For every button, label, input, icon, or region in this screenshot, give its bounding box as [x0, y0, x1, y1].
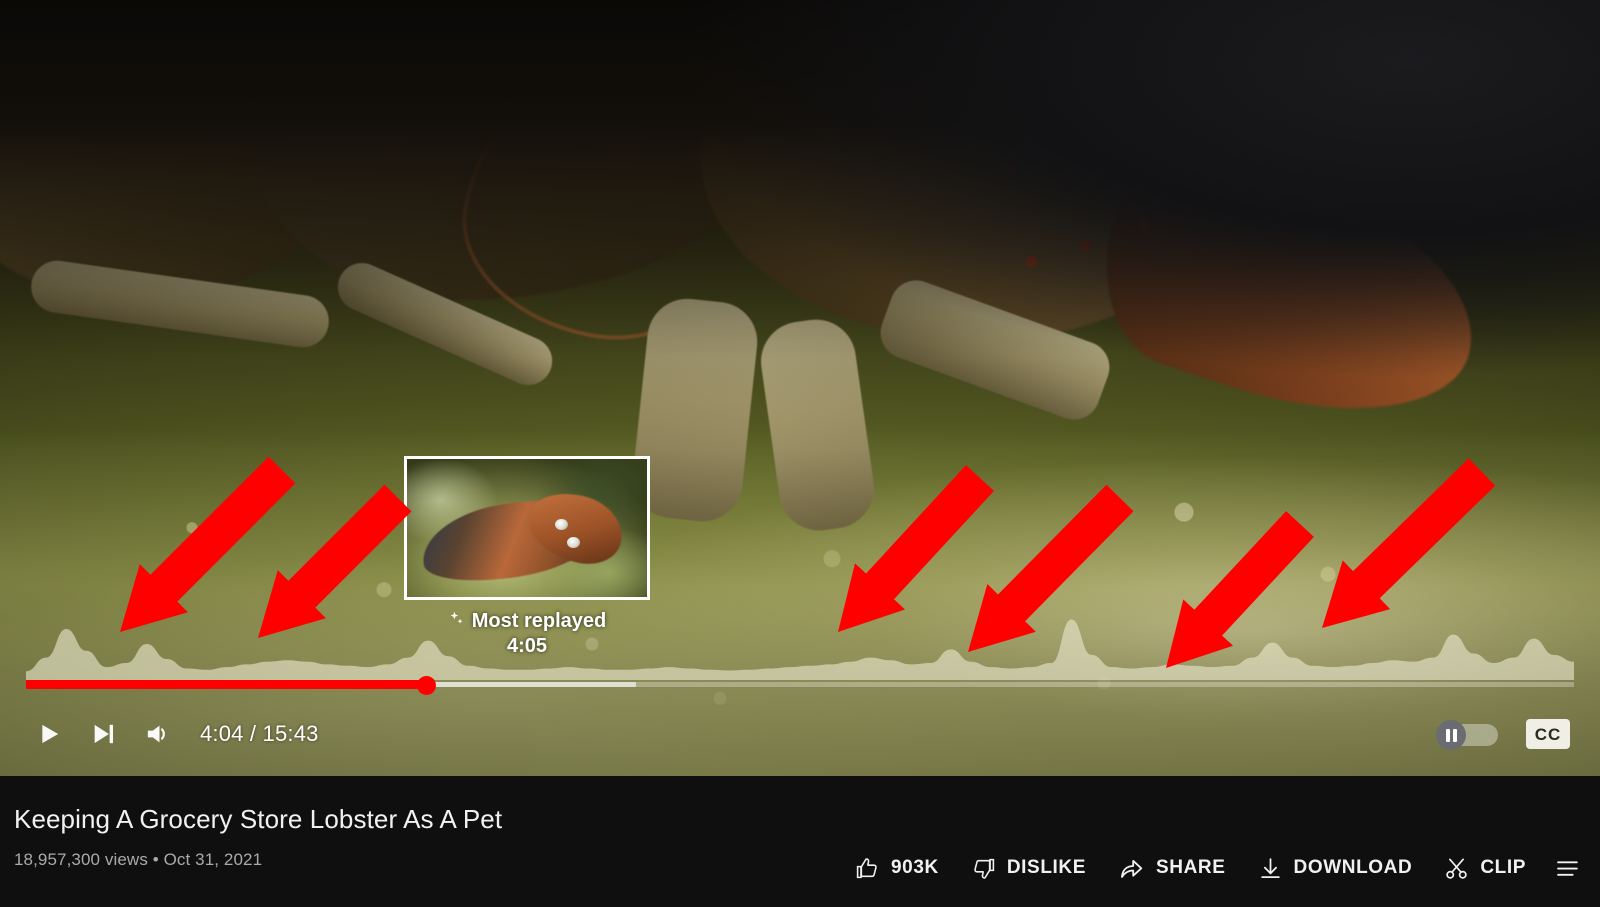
video-meta-section: Keeping A Grocery Store Lobster As A Pet… — [0, 776, 1600, 907]
video-vignette-right — [0, 0, 1600, 776]
video-action-row[interactable]: 903K DISLIKE SHARE DOWNLOAD CLIP — [839, 842, 1594, 894]
dislike-button[interactable]: DISLIKE — [955, 842, 1102, 894]
scissors-icon — [1444, 856, 1469, 881]
progress-bar[interactable] — [26, 676, 1574, 695]
youtube-watch-page: Most replayed 4:05 4:04 / 15:43 CC Keepi… — [0, 0, 1600, 907]
download-button[interactable]: DOWNLOAD — [1242, 842, 1429, 894]
volume-button[interactable] — [130, 707, 184, 761]
download-label: DOWNLOAD — [1293, 857, 1413, 878]
page-title: Keeping A Grocery Store Lobster As A Pet — [14, 804, 503, 834]
player-control-bar[interactable]: 4:04 / 15:43 CC — [0, 704, 1600, 764]
share-label: SHARE — [1156, 857, 1226, 878]
time-display: 4:04 / 15:43 — [200, 721, 319, 746]
like-count: 903K — [891, 857, 939, 878]
dislike-label: DISLIKE — [1006, 857, 1086, 878]
progress-played — [26, 680, 427, 689]
autoplay-toggle[interactable] — [1436, 720, 1498, 750]
video-stats: 18,957,300 views • Oct 31, 2021 — [14, 850, 263, 869]
save-button[interactable] — [1542, 842, 1594, 894]
cc-label: CC — [1534, 724, 1562, 744]
thumbs-down-icon — [971, 856, 996, 881]
thumbs-up-icon — [855, 856, 880, 881]
video-frame[interactable] — [0, 0, 1600, 776]
clip-button[interactable]: CLIP — [1428, 842, 1542, 894]
video-player[interactable]: Most replayed 4:05 4:04 / 15:43 CC — [0, 0, 1600, 776]
next-video-button[interactable] — [76, 707, 130, 761]
like-button[interactable]: 903K — [839, 842, 955, 894]
share-arrow-icon — [1118, 855, 1145, 882]
download-icon — [1258, 856, 1283, 881]
progress-scrubber-knob[interactable] — [416, 676, 436, 695]
play-button[interactable] — [22, 707, 76, 761]
hamburger-save-icon — [1556, 856, 1581, 881]
captions-button[interactable]: CC — [1526, 719, 1570, 749]
pause-icon — [1436, 720, 1466, 750]
share-button[interactable]: SHARE — [1102, 842, 1242, 894]
clip-label: CLIP — [1480, 857, 1526, 878]
